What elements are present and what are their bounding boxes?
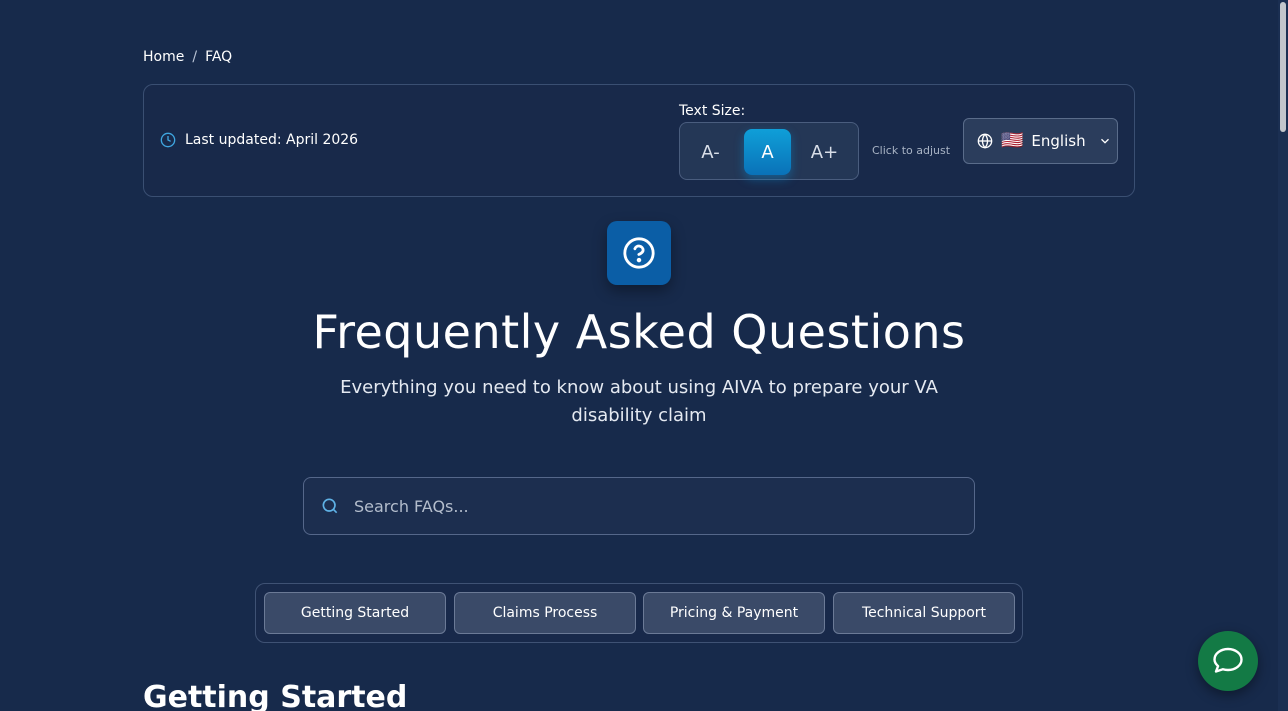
- chevron-down-icon: [1100, 138, 1109, 144]
- text-size-decrease-button[interactable]: A-: [687, 129, 734, 175]
- chat-button[interactable]: [1198, 631, 1258, 691]
- question-circle-icon: [607, 221, 671, 285]
- breadcrumb-home[interactable]: Home: [143, 49, 184, 65]
- tab-pricing-payment[interactable]: Pricing & Payment: [643, 592, 825, 634]
- last-updated-text: Last updated: April 2026: [185, 132, 359, 148]
- breadcrumb: Home / FAQ: [143, 49, 232, 65]
- faq-search: [303, 477, 975, 535]
- page-title: Frequently Asked Questions: [312, 305, 966, 359]
- text-size-label: Text Size:: [679, 103, 746, 119]
- tab-technical-support[interactable]: Technical Support: [833, 592, 1015, 634]
- us-flag-icon: 🇺🇸: [1001, 130, 1024, 151]
- clock-icon: [160, 132, 176, 148]
- text-size-control: A- A A+: [679, 122, 859, 180]
- breadcrumb-current: FAQ: [205, 49, 233, 65]
- tab-claims-process[interactable]: Claims Process: [454, 592, 636, 634]
- section-title: Getting Started: [143, 680, 408, 711]
- tab-getting-started[interactable]: Getting Started: [264, 592, 446, 634]
- language-selector[interactable]: 🇺🇸 English: [963, 118, 1118, 164]
- text-size-hint: Click to adjust: [872, 144, 951, 157]
- chat-bubble-icon: [1213, 647, 1243, 673]
- page-subtitle: Everything you need to know about using …: [340, 377, 938, 426]
- last-updated: Last updated: April 2026: [160, 132, 358, 148]
- globe-icon: [977, 133, 993, 149]
- text-size-default-button[interactable]: A: [744, 129, 791, 175]
- language-label: English: [1031, 132, 1086, 150]
- search-input[interactable]: [354, 496, 934, 516]
- page-toolbar: Last updated: April 2026 Text Size: A- A…: [143, 84, 1135, 197]
- faq-category-tabs: Getting Started Claims Process Pricing &…: [255, 583, 1023, 643]
- breadcrumb-separator: /: [192, 49, 198, 65]
- scrollbar-thumb[interactable]: [1280, 2, 1286, 132]
- search-icon: [322, 498, 338, 514]
- text-size-increase-button[interactable]: A+: [801, 129, 848, 175]
- scrollbar[interactable]: [1278, 0, 1288, 711]
